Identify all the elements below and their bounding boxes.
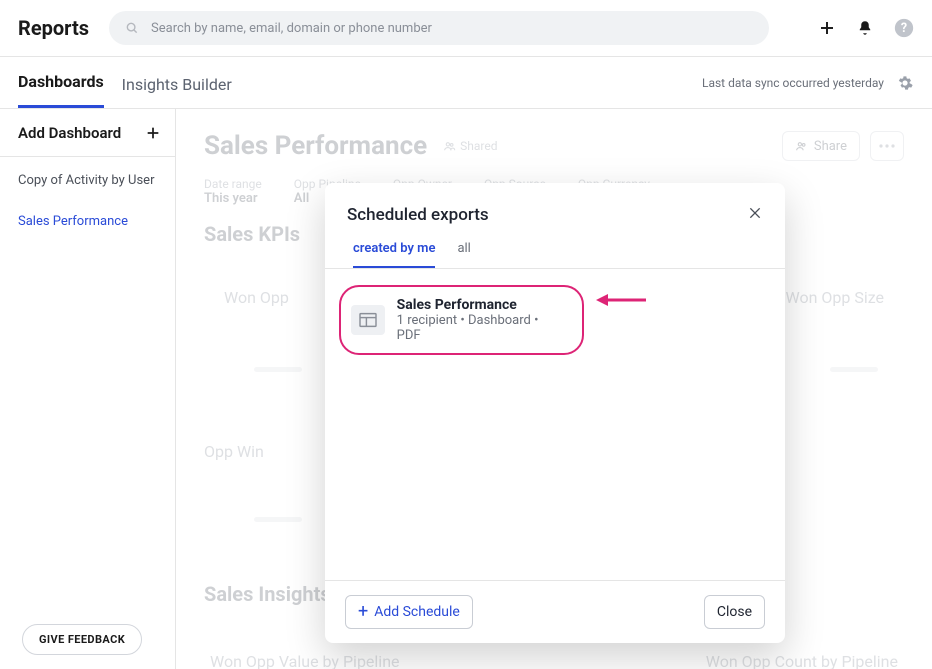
plus-icon: + xyxy=(358,603,368,621)
sidebar: Add Dashboard Copy of Activity by User S… xyxy=(0,109,176,669)
svg-text:?: ? xyxy=(901,21,907,36)
export-list: Sales Performance 1 recipient • Dashboar… xyxy=(325,269,785,580)
bell-icon xyxy=(856,19,874,37)
modal-close-footer-button[interactable]: Close xyxy=(704,595,765,629)
sub-nav: Dashboards Insights Builder Last data sy… xyxy=(0,57,932,109)
export-item-title: Sales Performance xyxy=(397,297,564,313)
add-schedule-label: Add Schedule xyxy=(374,604,460,620)
filter-value: All xyxy=(294,191,309,206)
export-item-sales-performance[interactable]: Sales Performance 1 recipient • Dashboar… xyxy=(339,285,584,355)
share-button[interactable]: Share xyxy=(782,131,860,161)
dashboard-icon xyxy=(351,305,385,335)
app-title: Reports xyxy=(18,16,89,40)
help-icon: ? xyxy=(894,18,914,38)
modal-title: Scheduled exports xyxy=(347,205,489,225)
add-button[interactable] xyxy=(818,19,836,37)
add-schedule-button[interactable]: + Add Schedule xyxy=(345,595,473,629)
modal-header: Scheduled exports xyxy=(325,183,785,225)
modal-tab-created-by-me[interactable]: created by me xyxy=(353,241,435,268)
share-button-label: Share xyxy=(814,139,847,154)
close-label: Close xyxy=(717,604,752,620)
filter-date-range[interactable]: Date range This year xyxy=(204,177,262,206)
search-placeholder: Search by name, email, domain or phone n… xyxy=(151,21,432,36)
close-icon xyxy=(747,205,763,221)
top-actions: ? xyxy=(818,18,914,38)
page-head: Sales Performance Shared Share xyxy=(204,131,904,161)
plus-icon xyxy=(145,125,161,141)
filter-value: This year xyxy=(204,191,258,206)
dots-icon xyxy=(879,144,895,148)
help-button[interactable]: ? xyxy=(894,18,914,38)
give-feedback-button[interactable]: GIVE FEEDBACK xyxy=(22,624,142,655)
kpi-card-title: Won Opp Size xyxy=(785,288,884,307)
kpi-card-title: Won Opp xyxy=(224,288,289,307)
add-dashboard-label: Add Dashboard xyxy=(18,124,121,142)
sub-nav-tabs: Dashboards Insights Builder xyxy=(18,57,232,108)
filter-label: Date range xyxy=(204,177,262,191)
modal-close-button[interactable] xyxy=(747,205,763,225)
modal-tabs: created by me all xyxy=(325,241,785,269)
people-icon xyxy=(443,140,456,153)
notifications-button[interactable] xyxy=(856,19,874,37)
insight-row: Won Opp Value by Pipeline Won Opp Count … xyxy=(204,652,904,669)
shared-chip-label: Shared xyxy=(460,139,497,153)
add-dashboard-button[interactable]: Add Dashboard xyxy=(0,109,175,157)
sidebar-item-sales-performance[interactable]: Sales Performance xyxy=(18,212,157,233)
global-search[interactable]: Search by name, email, domain or phone n… xyxy=(109,11,769,45)
tab-dashboards[interactable]: Dashboards xyxy=(18,72,104,108)
page-title: Sales Performance xyxy=(204,131,427,161)
annotation-arrow-icon xyxy=(596,290,646,310)
tab-insights-builder[interactable]: Insights Builder xyxy=(122,75,232,108)
insight-card-title: Won Opp Count by Pipeline xyxy=(706,652,898,669)
insight-card-title: Won Opp Value by Pipeline xyxy=(210,652,400,669)
search-icon xyxy=(125,21,139,35)
people-icon xyxy=(795,140,808,153)
placeholder-line xyxy=(254,367,302,372)
shared-chip: Shared xyxy=(443,139,497,153)
kpi-card-title: Opp Win xyxy=(204,442,264,461)
plus-icon xyxy=(818,19,836,37)
page-head-actions: Share xyxy=(782,131,904,161)
gear-icon xyxy=(896,74,914,92)
scheduled-exports-modal: Scheduled exports created by me all Sale… xyxy=(325,183,785,643)
sidebar-item-copy-activity[interactable]: Copy of Activity by User xyxy=(18,171,157,192)
dashboard-list: Copy of Activity by User Sales Performan… xyxy=(0,157,175,247)
modal-footer: + Add Schedule Close xyxy=(325,580,785,643)
placeholder-line xyxy=(830,367,878,372)
export-item-subtitle: 1 recipient • Dashboard • PDF xyxy=(397,313,564,343)
export-item-text: Sales Performance 1 recipient • Dashboar… xyxy=(397,297,564,343)
more-actions-button[interactable] xyxy=(870,131,904,161)
settings-button[interactable] xyxy=(896,74,914,92)
placeholder-line xyxy=(254,517,302,522)
sync-status-text: Last data sync occurred yesterday xyxy=(702,76,884,90)
top-bar: Reports Search by name, email, domain or… xyxy=(0,0,932,57)
modal-tab-all[interactable]: all xyxy=(457,241,470,268)
